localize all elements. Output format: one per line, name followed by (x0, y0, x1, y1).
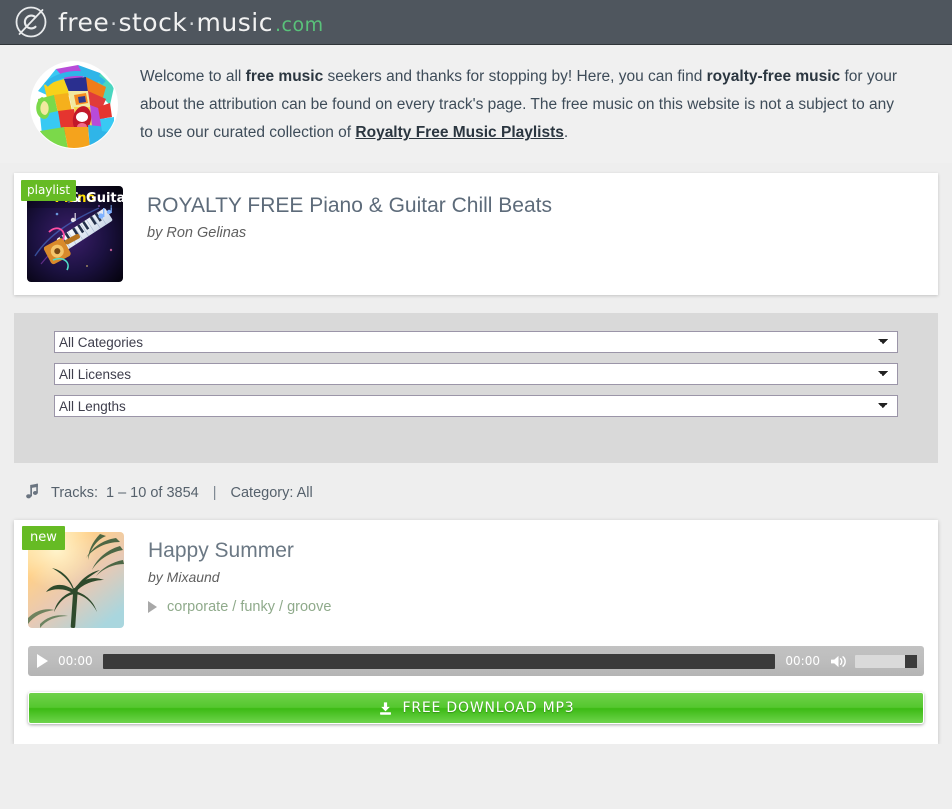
audio-player: 00:00 00:00 (28, 646, 924, 676)
avatar (30, 61, 118, 149)
volume-slider[interactable] (855, 655, 917, 668)
welcome-text: Welcome to all free music seekers and th… (140, 59, 952, 147)
tracks-category: Category: All (231, 485, 313, 501)
track-title[interactable]: Happy Summer (148, 539, 924, 563)
logo-music: music (197, 8, 273, 37)
playlist-badge: playlist (21, 180, 76, 201)
welcome-line1-a: Welcome to all (140, 68, 246, 85)
site-logo-text[interactable]: free · stock · music .com (58, 8, 324, 37)
tracks-info-bar: Tracks: 1 – 10 of 3854 | Category: All (0, 463, 952, 520)
welcome-banner: Welcome to all free music seekers and th… (0, 45, 952, 163)
royalty-free-playlists-link[interactable]: Royalty Free Music Playlists (355, 124, 563, 141)
track-artist[interactable]: by Mixaund (148, 569, 924, 585)
tracks-separator: | (213, 485, 217, 501)
volume-icon[interactable] (829, 654, 848, 669)
track-body: Happy Summer by Mixaund corporate / funk… (148, 532, 924, 615)
current-time: 00:00 (58, 654, 93, 668)
play-icon[interactable] (37, 654, 48, 668)
tracks-range: 1 – 10 of 3854 (106, 485, 199, 501)
download-icon (378, 701, 393, 716)
filter-panel: All Categories All Licenses All Lengths (14, 313, 938, 463)
welcome-line1-bold1: free music (246, 68, 324, 85)
volume-handle[interactable] (905, 655, 917, 668)
page-body: Welcome to all free music seekers and th… (0, 45, 952, 809)
no-copyright-circle-icon[interactable] (14, 5, 48, 39)
svg-text:& Guitar: & Guitar (70, 191, 123, 206)
welcome-line3-a: to use our curated collection of (140, 124, 355, 141)
welcome-line1-c: seekers and thanks for stopping by! Here… (323, 68, 706, 85)
track-thumb-wrap[interactable]: new (28, 532, 124, 628)
track-tags-row: corporate / funky / groove (148, 599, 924, 615)
page-bottom-spacer (0, 744, 952, 768)
category-select[interactable]: All Categories (54, 331, 898, 353)
new-badge: new (22, 526, 65, 550)
playlist-card-body: ROYALTY FREE Piano & Guitar Chill Beats … (147, 186, 924, 241)
filter-row-license: All Licenses (54, 363, 898, 385)
playlist-card[interactable]: playlist (14, 173, 938, 295)
filter-row-length: All Lengths (54, 395, 898, 417)
length-select[interactable]: All Lengths (54, 395, 898, 417)
music-note-icon (22, 483, 39, 502)
filter-row-category: All Categories (54, 331, 898, 353)
logo-tld: .com (275, 14, 324, 36)
seek-bar[interactable] (103, 654, 776, 669)
license-select[interactable]: All Licenses (54, 363, 898, 385)
playlist-thumb-wrap[interactable]: playlist (27, 186, 123, 282)
logo-stock: stock (118, 8, 187, 37)
welcome-line3-b: . (564, 124, 568, 141)
welcome-line-1: Welcome to all free music seekers and th… (140, 63, 952, 91)
welcome-line-2: about the attribution can be found on ev… (140, 91, 952, 119)
free-download-mp3-button[interactable]: FREE DOWNLOAD MP3 (28, 692, 924, 724)
logo-sep-2: · (187, 12, 196, 36)
track-card: new (14, 520, 938, 744)
site-header: free · stock · music .com (0, 0, 952, 45)
tracks-label: Tracks: (51, 485, 98, 501)
logo-free: free (58, 8, 109, 37)
welcome-line1-bold2: royalty-free music (707, 68, 841, 85)
duration-time: 00:00 (785, 654, 820, 668)
download-label: FREE DOWNLOAD MP3 (403, 700, 575, 716)
playlist-artist[interactable]: by Ron Gelinas (147, 225, 924, 241)
track-tags[interactable]: corporate / funky / groove (167, 599, 331, 615)
play-triangle-icon[interactable] (148, 601, 157, 613)
track-header: new (28, 532, 924, 628)
playlist-title[interactable]: ROYALTY FREE Piano & Guitar Chill Beats (147, 194, 924, 218)
logo-sep-1: · (109, 12, 118, 36)
welcome-line1-e: for your (840, 68, 897, 85)
welcome-line-3: to use our curated collection of Royalty… (140, 119, 952, 147)
